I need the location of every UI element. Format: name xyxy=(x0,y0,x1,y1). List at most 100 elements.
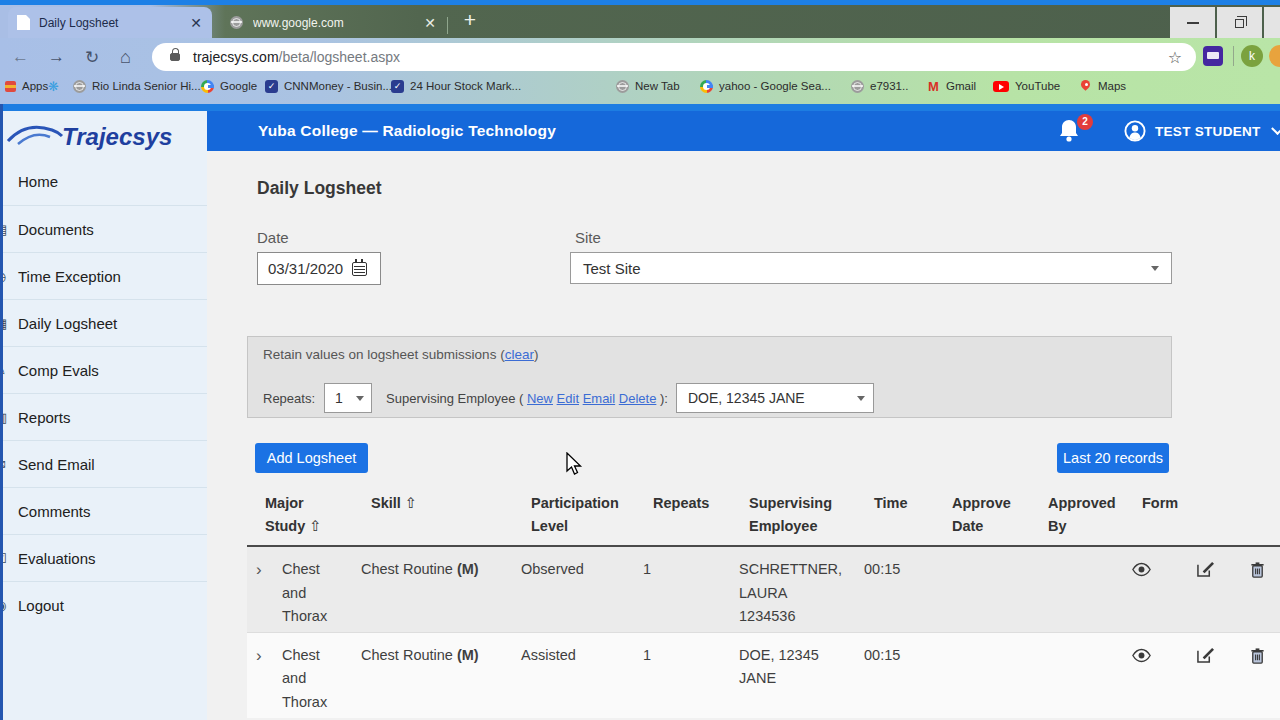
app-title: Yuba College — Radiologic Technology xyxy=(258,122,556,140)
sidebar-item-home[interactable]: ⌂Home xyxy=(0,158,207,205)
profile-avatar[interactable]: k xyxy=(1241,45,1263,67)
expand-row-icon[interactable]: › xyxy=(247,547,274,632)
back-icon[interactable]: ← xyxy=(12,47,29,67)
minimize-button[interactable] xyxy=(1170,7,1215,38)
tab-close-icon[interactable]: ✕ xyxy=(424,15,436,31)
col-skill[interactable]: Skill ⇧ xyxy=(353,492,513,538)
restore-button[interactable] xyxy=(1217,7,1262,38)
url-text[interactable]: trajecsys.com/beta/logsheet.aspx xyxy=(193,49,400,65)
extension-icon[interactable] xyxy=(1203,46,1223,66)
sidebar-item-reports[interactable]: ▥Reports xyxy=(0,393,207,440)
bookmark-yahoo-google-sea[interactable]: yahoo - Google Sea... xyxy=(700,72,831,100)
bookmark-gmail[interactable]: MGmail xyxy=(927,72,976,100)
tab-close-icon[interactable]: ✕ xyxy=(190,15,202,31)
bookmark-star-icon[interactable]: ☆ xyxy=(1168,48,1182,67)
employee-select[interactable]: DOE, 12345 JANE xyxy=(676,383,874,413)
edit-row-icon[interactable] xyxy=(1188,547,1240,632)
bookmark-rio-linda-senior-hi[interactable]: Rio Linda Senior Hi... xyxy=(73,72,201,100)
sidebar-item-documents[interactable]: ▤Documents xyxy=(0,205,207,252)
col-repeats[interactable]: Repeats xyxy=(635,492,731,538)
bookmark-apps[interactable]: Apps xyxy=(5,72,48,100)
address-bar[interactable]: trajecsys.com/beta/logsheet.aspx ☆ xyxy=(152,43,1196,71)
add-logsheet-button[interactable]: Add Logsheet xyxy=(255,443,368,473)
tab-favicon xyxy=(17,15,30,30)
browser-toolbar: ← → ↻ ⌂ trajecsys.com/beta/logsheet.aspx… xyxy=(0,38,1280,104)
col-approved-by[interactable]: Approved By xyxy=(1030,492,1124,538)
edit-link[interactable]: Edit xyxy=(557,391,579,406)
sidebar-item-label: Comp Evals xyxy=(18,362,99,379)
bookmark-label: yahoo - Google Sea... xyxy=(719,80,831,92)
user-menu[interactable]: TEST STUDENT ▼ xyxy=(1123,111,1280,151)
apps-grid-icon xyxy=(5,81,16,92)
app-header: Yuba College — Radiologic Technology 2 T… xyxy=(207,111,1280,151)
col-approve-date[interactable]: Approve Date xyxy=(934,492,1030,538)
view-form-icon[interactable] xyxy=(1124,547,1188,632)
bookmark-label: Google xyxy=(220,80,257,92)
bookmark-cnnmoney-busin[interactable]: ✓CNNMoney - Busin... xyxy=(265,72,392,100)
sidebar-item-time-exception[interactable]: ◷Time Exception xyxy=(0,252,207,299)
site-label: Site xyxy=(575,229,601,246)
date-input[interactable]: 03/31/2020 xyxy=(257,252,381,285)
bookmark-youtube[interactable]: YouTube xyxy=(993,72,1060,100)
sidebar-item-label: Send Email xyxy=(18,456,95,473)
chevron-down-icon: ▼ xyxy=(1271,122,1280,135)
retain-panel: Retain values on logsheet submissions (c… xyxy=(247,336,1172,418)
mouse-cursor xyxy=(566,452,583,476)
col-supervising[interactable]: Supervising Employee xyxy=(731,492,856,538)
delete-row-icon[interactable] xyxy=(1240,633,1280,718)
chrome-page-divider xyxy=(0,104,1280,111)
col-participation[interactable]: Participation Level xyxy=(513,492,635,538)
date-label: Date xyxy=(257,229,289,246)
delete-row-icon[interactable] xyxy=(1240,547,1280,632)
sidebar-item-logout[interactable]: ◉Logout xyxy=(0,581,207,628)
home-icon[interactable]: ⌂ xyxy=(120,47,131,68)
expand-row-icon[interactable]: › xyxy=(247,633,274,718)
new-link[interactable]: New xyxy=(527,391,553,406)
email-link[interactable]: Email xyxy=(583,391,616,406)
sidebar-item-label: Home xyxy=(18,173,58,190)
bookmark-e7931[interactable]: e7931.. xyxy=(851,72,908,100)
sidebar-item-evaluations[interactable]: ☑Evaluations xyxy=(0,534,207,581)
globe-icon xyxy=(73,80,86,93)
profile-avatar-secondary[interactable] xyxy=(1269,45,1280,67)
chart-icon: ✓ xyxy=(391,80,404,93)
bookmark-24-hour-stock-mark[interactable]: ✓24 Hour Stock Mark... xyxy=(391,72,521,100)
bookmark-new-tab[interactable]: New Tab xyxy=(616,72,680,100)
calendar-icon[interactable] xyxy=(352,262,367,276)
sidebar: Trajecsys ⌂Home▤Documents◷Time Exception… xyxy=(0,111,207,720)
sidebar-item-comp-evals[interactable]: ✎Comp Evals xyxy=(0,346,207,393)
sidebar-item-send-email[interactable]: ✉Send Email xyxy=(0,440,207,487)
col-major-study[interactable]: Major Study ⇧ xyxy=(247,492,353,538)
reload-icon[interactable]: ↻ xyxy=(85,47,99,68)
forward-icon[interactable]: → xyxy=(48,47,65,67)
close-button[interactable] xyxy=(1264,7,1280,38)
sort-icon: ⇧ xyxy=(405,495,417,511)
notifications-bell[interactable]: 2 xyxy=(1057,118,1087,148)
tab-title: Daily Logsheet xyxy=(39,16,190,30)
site-select[interactable]: Test Site xyxy=(570,252,1172,284)
cell-time: 00:15 xyxy=(856,633,934,718)
trajecsys-logo[interactable]: Trajecsys xyxy=(0,111,207,158)
sidebar-item-label: Reports xyxy=(18,409,71,426)
col-form[interactable]: Form xyxy=(1124,492,1188,538)
bookmark-flower[interactable]: ❋ xyxy=(48,72,61,100)
sidebar-item-comments[interactable]: ●Comments xyxy=(0,487,207,534)
bookmark-maps[interactable]: Maps xyxy=(1079,72,1126,100)
bookmark-google[interactable]: Google xyxy=(201,72,257,100)
delete-link[interactable]: Delete xyxy=(619,391,657,406)
repeats-label: Repeats: xyxy=(263,391,315,406)
clear-link[interactable]: clear xyxy=(505,347,534,362)
col-time[interactable]: Time xyxy=(856,492,934,538)
sidebar-item-daily-logsheet[interactable]: ▦Daily Logsheet xyxy=(0,299,207,346)
tab-google[interactable]: www.google.com ✕ xyxy=(218,7,446,38)
tab-daily-logsheet[interactable]: Daily Logsheet ✕ xyxy=(8,7,212,38)
new-tab-button[interactable]: + xyxy=(456,5,484,36)
sidebar-item-label: Documents xyxy=(18,221,94,238)
repeats-select[interactable]: 1 xyxy=(324,383,372,413)
globe-icon xyxy=(851,80,864,93)
view-form-icon[interactable] xyxy=(1124,633,1188,718)
edit-row-icon[interactable] xyxy=(1188,633,1240,718)
lock-icon[interactable] xyxy=(170,53,180,61)
youtube-icon xyxy=(993,81,1009,92)
last-20-records-button[interactable]: Last 20 records xyxy=(1057,443,1169,473)
